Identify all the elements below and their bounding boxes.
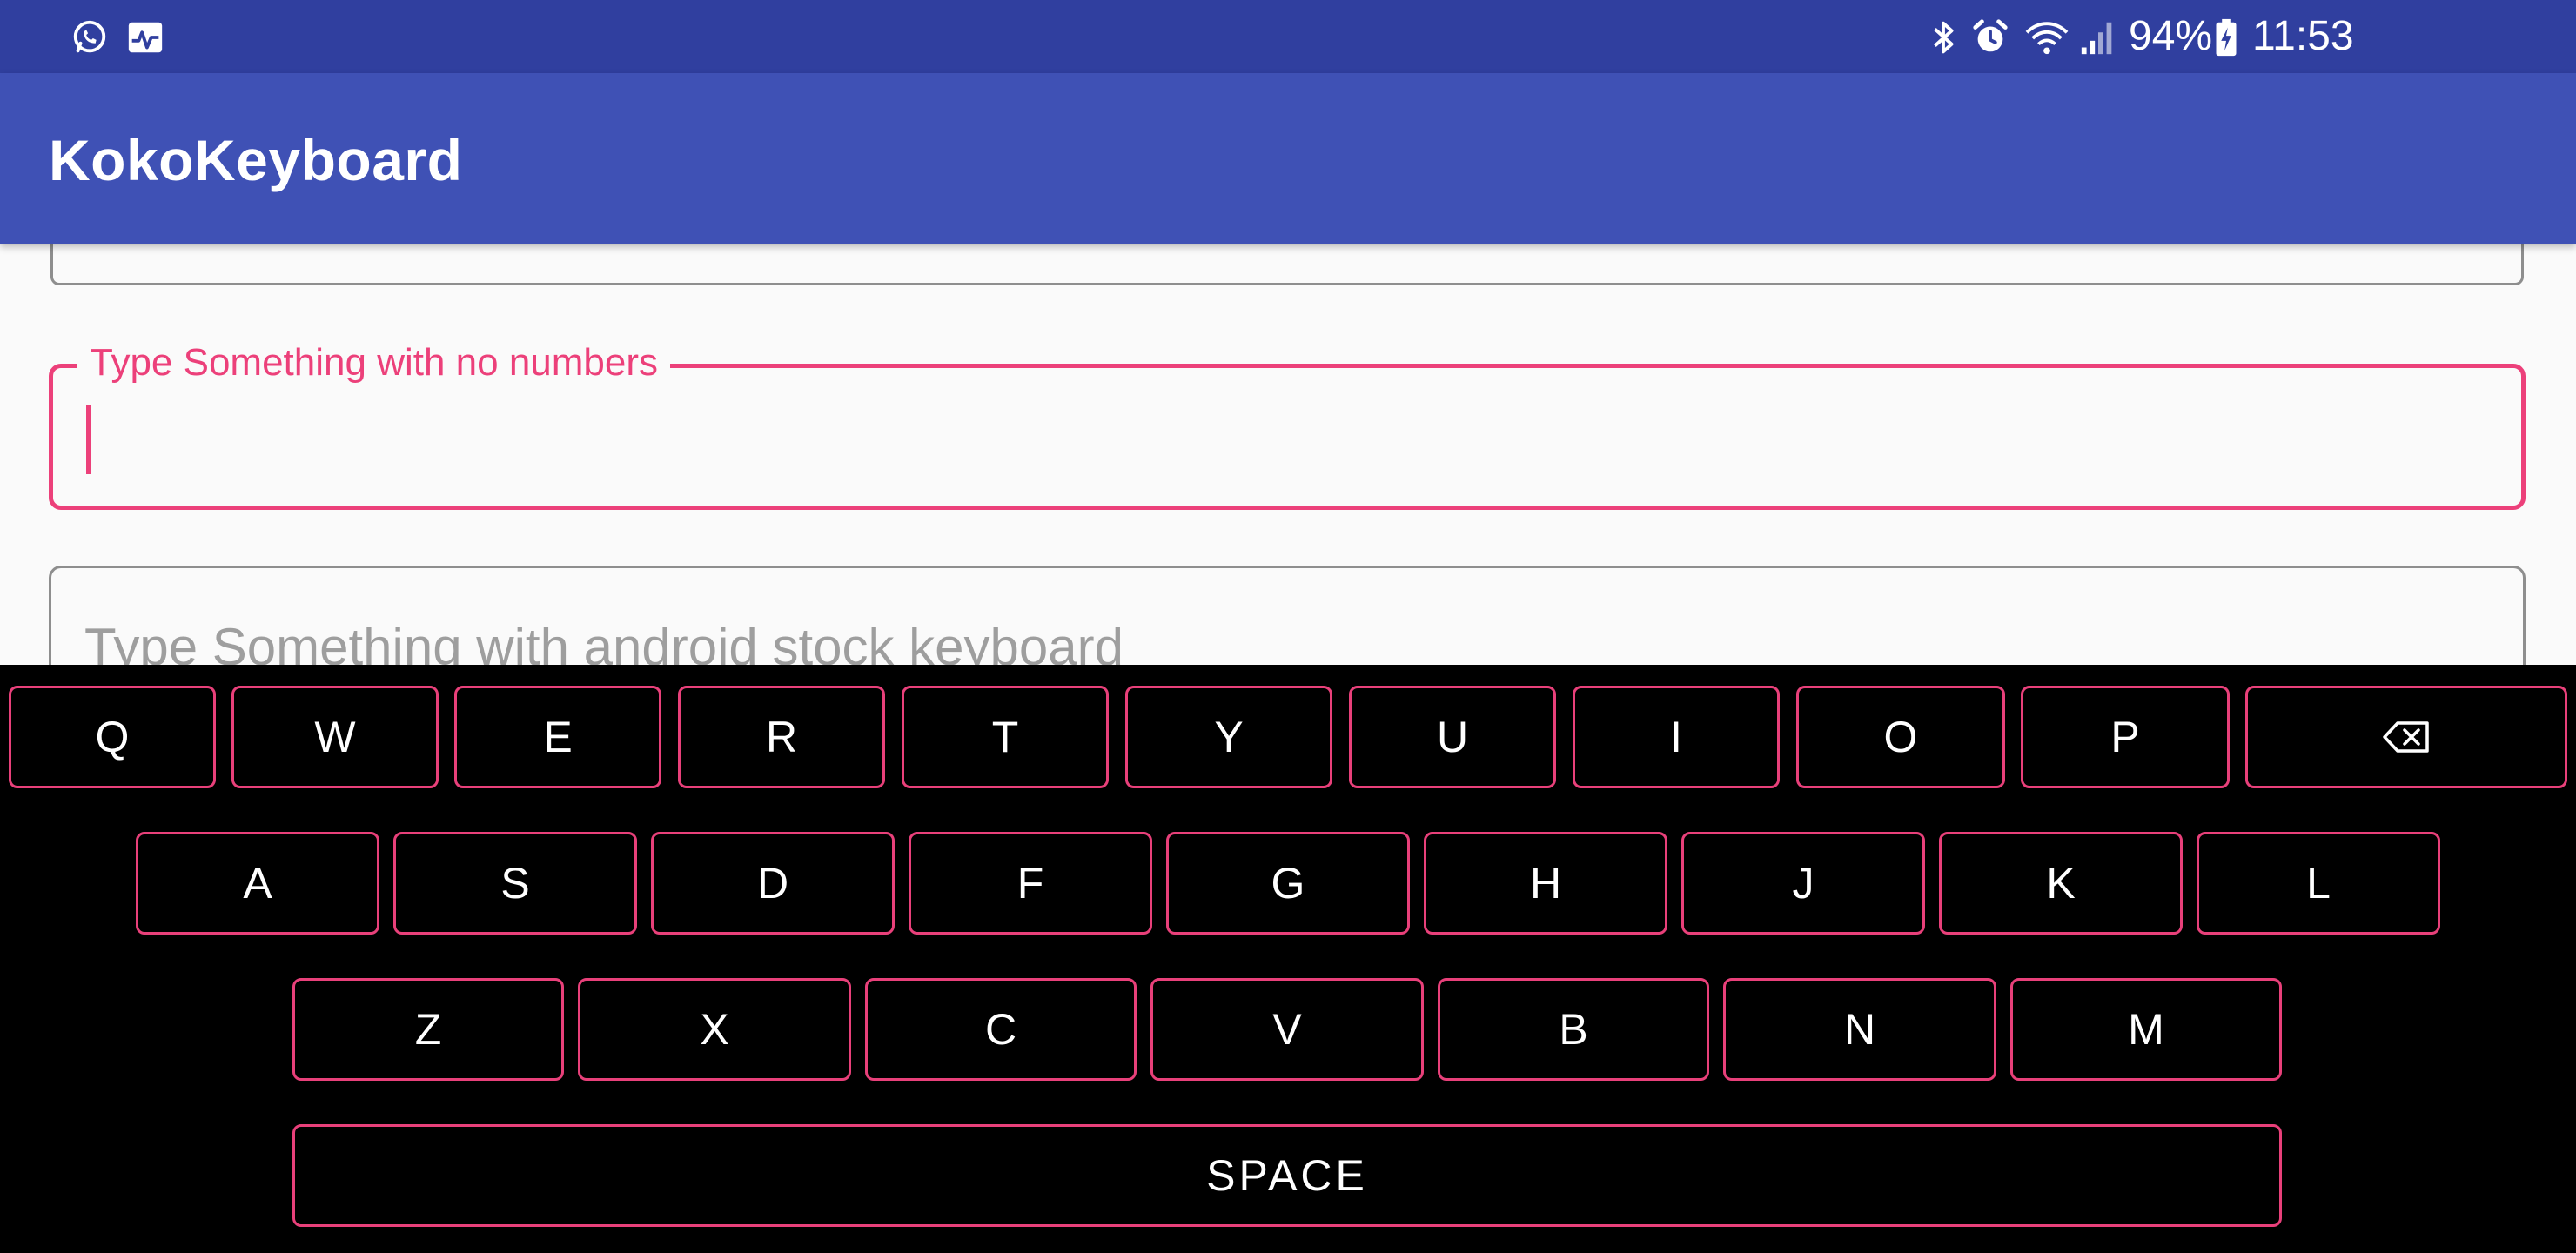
wifi-icon xyxy=(2023,17,2071,57)
no-numbers-input[interactable] xyxy=(70,385,2502,483)
key-p[interactable]: P xyxy=(2021,686,2230,788)
key-h[interactable]: H xyxy=(1424,832,1667,935)
key-c[interactable]: C xyxy=(865,978,1137,1081)
stock-keyboard-text-field[interactable]: Type Something with android stock keyboa… xyxy=(49,566,2526,665)
app-title: KokoKeyboard xyxy=(49,128,463,192)
key-g[interactable]: G xyxy=(1166,832,1410,935)
alarm-icon xyxy=(1970,17,2010,57)
battery-percentage: 94% xyxy=(2129,13,2213,59)
app-bar: KokoKeyboard xyxy=(0,73,2576,244)
key-w[interactable]: W xyxy=(231,686,439,788)
key-j[interactable]: J xyxy=(1681,832,1925,935)
activity-monitor-icon xyxy=(125,17,165,57)
space-key[interactable]: SPACE xyxy=(292,1124,2282,1227)
key-n[interactable]: N xyxy=(1723,978,1996,1081)
clock-time: 11:53 xyxy=(2252,13,2354,59)
key-a[interactable]: A xyxy=(136,832,379,935)
key-l[interactable]: L xyxy=(2197,832,2440,935)
text-cursor xyxy=(86,405,91,474)
key-o[interactable]: O xyxy=(1796,686,2005,788)
custom-keyboard: Q W E R T Y U I O P A S D F G H J K L Z … xyxy=(0,665,2576,1253)
key-m[interactable]: M xyxy=(2010,978,2282,1081)
previous-text-field[interactable] xyxy=(50,244,2524,285)
key-q[interactable]: Q xyxy=(9,686,216,788)
stock-keyboard-field-placeholder: Type Something with android stock keyboa… xyxy=(84,618,1124,665)
key-r[interactable]: R xyxy=(678,686,885,788)
key-z[interactable]: Z xyxy=(292,978,564,1081)
key-x[interactable]: X xyxy=(578,978,851,1081)
form-scroll-area[interactable]: Type Something with no numbers Type Some… xyxy=(0,244,2576,665)
key-v[interactable]: V xyxy=(1150,978,1424,1081)
battery-charging-icon xyxy=(2214,17,2238,57)
bluetooth-icon xyxy=(1923,17,1963,57)
backspace-key[interactable] xyxy=(2245,686,2567,788)
key-k[interactable]: K xyxy=(1939,832,2183,935)
key-s[interactable]: S xyxy=(393,832,637,935)
key-f[interactable]: F xyxy=(909,832,1152,935)
key-t[interactable]: T xyxy=(902,686,1109,788)
backspace-icon xyxy=(2383,721,2429,753)
key-i[interactable]: I xyxy=(1573,686,1780,788)
status-bar: 94% 11:53 xyxy=(0,0,2576,73)
key-b[interactable]: B xyxy=(1438,978,1709,1081)
key-u[interactable]: U xyxy=(1349,686,1556,788)
key-y[interactable]: Y xyxy=(1125,686,1332,788)
whatsapp-icon xyxy=(70,17,110,57)
key-e[interactable]: E xyxy=(454,686,661,788)
signal-icon xyxy=(2078,17,2118,57)
key-d[interactable]: D xyxy=(651,832,895,935)
no-numbers-text-field[interactable]: Type Something with no numbers xyxy=(49,337,2526,510)
no-numbers-field-label: Type Something with no numbers xyxy=(77,337,671,389)
